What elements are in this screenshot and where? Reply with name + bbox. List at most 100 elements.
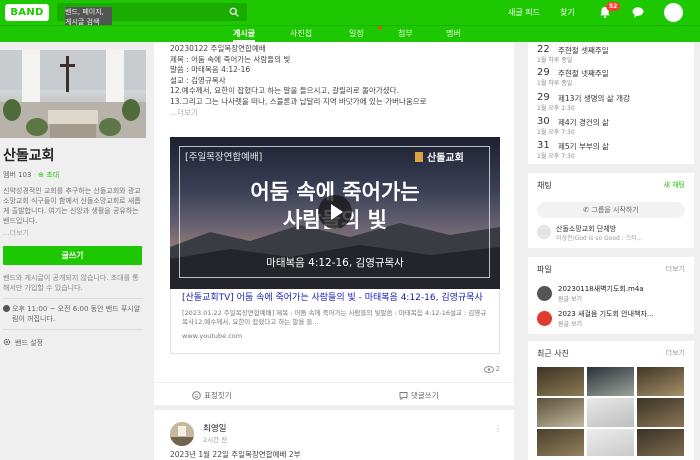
- more-menu-icon[interactable]: ⋮: [494, 424, 502, 433]
- new-chat-link[interactable]: 새 채팅: [663, 180, 685, 190]
- divider: [3, 298, 143, 299]
- photo-thumbnail[interactable]: [587, 367, 634, 396]
- chat-bubble-icon[interactable]: [631, 5, 645, 19]
- file-name: 20230118새벽기도회.m4a: [558, 285, 644, 293]
- smile-icon: [192, 391, 201, 400]
- quiet-hours-text: 오후 11:00 ~ 오전 6:00 동안 밴드 푸시알림이 꺼집니다.: [12, 305, 141, 323]
- files-more-link[interactable]: 더보기: [666, 264, 685, 274]
- post-card: 20230122 주일목장연합예배 제목 : 어둠 속에 죽어가는 사람들의 빛…: [154, 42, 514, 405]
- new-feed-link[interactable]: 새글 피드: [508, 7, 540, 18]
- emotion-button[interactable]: 표정짓기: [192, 390, 232, 401]
- schedule-sub: 1월 하루 종일: [537, 57, 573, 64]
- post-card: 최영일 2시간 전 ⋮ 2023년 1월 22일 주일목장연합예배 2부: [154, 410, 514, 460]
- schedule-day: 30: [537, 116, 550, 127]
- video-thumbnail[interactable]: [주일목장연합예배] 산돌교회 어둠 속에 죽어가는 사람들의 빛 마태복음 4…: [170, 137, 500, 289]
- photo-thumbnail[interactable]: [587, 429, 634, 456]
- eye-icon: [483, 366, 494, 373]
- post-line: 제목 : 어둠 속에 죽어가는 사람들의 빛: [170, 54, 291, 64]
- schedule-day: 22: [537, 44, 550, 55]
- author-name[interactable]: 최영일: [203, 422, 226, 434]
- photos-heading: 최근 사진: [537, 349, 569, 358]
- files-heading: 파일: [537, 265, 552, 274]
- view-count: 2: [483, 365, 500, 373]
- play-icon[interactable]: [318, 195, 352, 229]
- photo-thumbnail[interactable]: [537, 367, 584, 396]
- photo-thumbnail[interactable]: [637, 367, 684, 396]
- pdf-file-icon: [537, 311, 552, 326]
- file-item[interactable]: 20230118새벽기도회.m4a 원글 보기: [537, 284, 689, 304]
- file-name: 2023 새걸음 기도회 안내책자...: [558, 310, 654, 318]
- search-icon[interactable]: [229, 7, 239, 17]
- photo-thumbnail[interactable]: [637, 398, 684, 427]
- schedule-day: 29: [537, 67, 550, 78]
- comment-button[interactable]: 댓글쓰기: [399, 390, 439, 401]
- band-description: 신약성경적인 교회를 추구하는 산돌교회와 광교소망교회 식구들이 함께서 산돌…: [3, 187, 141, 225]
- notification-badge: 52: [606, 2, 621, 11]
- video-subtitle: 마태복음 4:12-16, 김영규목사: [266, 257, 404, 269]
- divider: [3, 329, 143, 330]
- file-source-link[interactable]: 원글 보기: [558, 319, 582, 328]
- post-body: 20230122 주일목장연합예배 제목 : 어둠 속에 죽어가는 사람들의 빛…: [170, 44, 500, 118]
- link-description: [2023.01.22 주일목장연합예배] 제목 : 어둠 속에 죽어가는 사람…: [182, 308, 487, 326]
- photo-thumbnail[interactable]: [537, 429, 584, 456]
- quiet-hours-notice: 오후 11:00 ~ 오전 6:00 동안 밴드 푸시알림이 꺼집니다.: [3, 304, 143, 324]
- new-badge: N: [378, 26, 383, 32]
- schedule-sub: 1월 하루 종일: [537, 80, 573, 87]
- start-group-chat-button[interactable]: ✆ 그룹을 시작하기: [537, 202, 685, 218]
- link-preview[interactable]: [산돌교회TV] 어둠 속에 죽어가는 사람들의 빛 - 마태복음 4:12-1…: [170, 289, 500, 354]
- invite-link[interactable]: 초대: [46, 171, 59, 179]
- post-line: 말씀 : 마태복음 4:12-16: [170, 65, 251, 75]
- photos-more-link[interactable]: 더보기: [666, 348, 685, 358]
- photo-thumbnail[interactable]: [587, 398, 634, 427]
- search-input[interactable]: 밴드, 페이지, 게시글 검색: [57, 3, 247, 36]
- band-cover-photo: [0, 50, 146, 138]
- church-logo-icon: [415, 152, 423, 162]
- invite-plus-icon: ⊕: [38, 171, 45, 179]
- write-post-button[interactable]: 글쓰기: [3, 246, 142, 265]
- schedule-day: 31: [537, 140, 550, 151]
- schedule-sub: 1월 오후 7:30: [537, 129, 575, 136]
- tab-posts[interactable]: 게시글: [233, 28, 256, 42]
- clock-icon: [3, 305, 10, 312]
- chat-room-icon: [537, 225, 551, 239]
- tab-members[interactable]: 멤버: [446, 28, 461, 39]
- files-panel: 파일 더보기 20230118새벽기도회.m4a 원글 보기 2023 새걸음 …: [528, 257, 694, 334]
- post-line: 13.그리고 그는 나사렛을 떠나, 스불론과 납달리 지역 바닷가에 있는 가…: [170, 96, 427, 106]
- author-avatar[interactable]: [170, 422, 194, 446]
- band-settings-link[interactable]: 밴드 설정: [3, 338, 143, 348]
- link-title[interactable]: [산돌교회TV] 어둠 속에 죽어가는 사람들의 빛 - 마태복음 4:12-1…: [182, 293, 488, 305]
- video-tag: [주일목장연합예배]: [185, 152, 263, 163]
- audio-file-icon: [537, 286, 552, 301]
- chat-room-item[interactable]: 산돌소망교회 단체방 이상진/God is so Good : 스티...: [537, 224, 687, 242]
- post-line: 20230122 주일목장연합예배: [170, 44, 266, 53]
- member-count[interactable]: 멤버 103: [3, 171, 31, 179]
- file-source-link[interactable]: 원글 보기: [558, 294, 582, 303]
- tab-attachments[interactable]: 첨부: [398, 28, 413, 39]
- file-item[interactable]: 2023 새걸음 기도회 안내책자... 원글 보기: [537, 309, 689, 329]
- find-link[interactable]: 찾기: [560, 7, 575, 18]
- photo-thumbnail[interactable]: [637, 429, 684, 456]
- band-settings-label: 밴드 설정: [15, 339, 43, 347]
- link-url: www.youtube.com: [182, 331, 243, 340]
- tab-calendar[interactable]: 일정: [349, 28, 364, 39]
- user-avatar[interactable]: [664, 3, 683, 22]
- post-line: 12.예수께서, 요한이 잡혔다고 하는 말을 들으시고, 갈릴리로 돌아가셨다…: [170, 86, 399, 96]
- privacy-notice: 밴드와 게시글이 공개되지 않습니다. 초대를 통해서만 가입할 수 있습니다.: [3, 274, 139, 292]
- tab-albums[interactable]: 사진첩: [290, 28, 312, 39]
- post-actions: 표정짓기 댓글쓰기: [154, 382, 514, 405]
- band-name: 산돌교회: [3, 148, 55, 164]
- top-bar: BAND 밴드, 페이지, 게시글 검색 새글 피드 찾기 52: [0, 0, 700, 36]
- post-more-link[interactable]: ...더보기: [170, 108, 500, 119]
- photo-thumbnail[interactable]: [537, 398, 584, 427]
- post-time: 2시간 전: [203, 436, 228, 444]
- comment-icon: [399, 392, 408, 401]
- schedule-sub: 1월 오후 1:30: [537, 105, 575, 112]
- gear-icon: [3, 338, 11, 346]
- description-more-link[interactable]: ...더보기: [3, 228, 146, 238]
- chat-heading: 채팅: [537, 181, 552, 190]
- schedule-sub: 1월 오후 7:30: [537, 153, 575, 160]
- post-body: 2023년 1월 22일 주일목장연합예배 2부: [170, 450, 301, 459]
- band-logo[interactable]: BAND: [5, 4, 49, 21]
- band-info-panel: 산돌교회 멤버 103 · ⊕ 초대 신약성경적인 교회를 추구하는 산돌교회와…: [0, 50, 146, 348]
- schedule-panel: 22 주현절 셋째주일 1월 하루 종일 29 주현절 넷째주일 1월 하루 종…: [528, 42, 694, 164]
